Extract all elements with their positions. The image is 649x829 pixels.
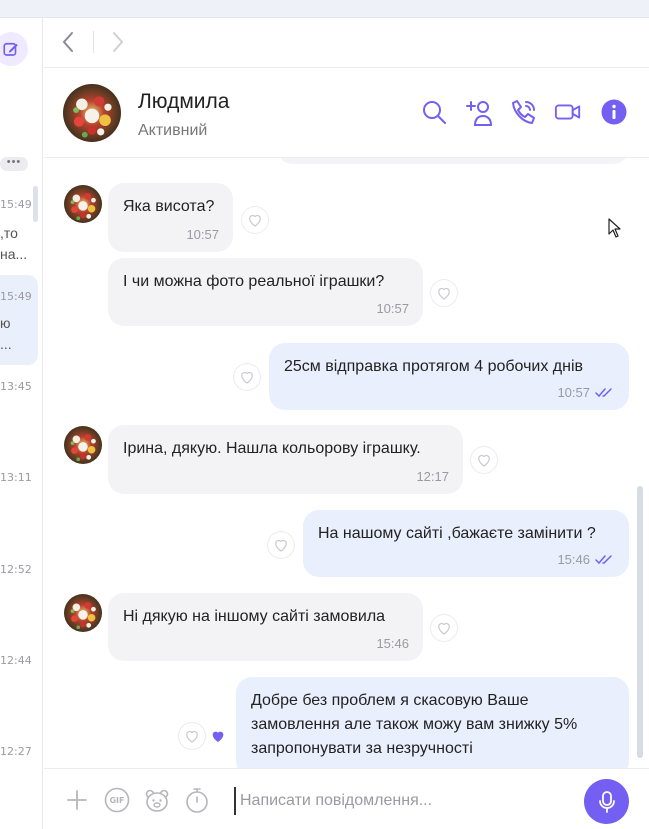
message-bubble-incoming[interactable]: Ні дякую на іншому сайті замовила 15:46 [108,593,423,661]
reaction-heart-icon[interactable] [209,727,227,745]
message-time: 10:57 [186,227,219,242]
conversation-header: Людмила Активний [44,68,649,158]
chat-list-time: 15:49 [0,290,32,303]
shared-image-preview[interactable] [278,158,628,164]
message-text: І чи можна фото реальної іграшки? [123,273,385,290]
message-time: 10:57 [376,301,409,316]
chat-list-preview-line: на... [0,246,28,262]
heart-outline-icon [238,368,256,386]
message-time: 15:46 [376,636,409,651]
gif-button[interactable]: GIF [104,787,130,813]
message-composer: GIF [44,768,649,829]
chat-list-preview-line: ю [0,315,11,331]
timer-button[interactable] [184,787,210,813]
video-camera-icon [554,104,581,120]
heart-outline-icon [475,451,493,469]
navigation-bar [44,18,649,68]
heart-outline-icon [435,619,453,637]
bouquet-image [64,594,102,632]
heart-outline-icon [183,727,201,745]
chat-list-time: 13:11 [0,471,32,484]
like-button[interactable] [431,615,457,641]
stopwatch-icon [186,788,208,813]
microphone-icon [598,790,615,813]
window-top-strip [0,0,649,18]
message-text-line: замовлення але також можу вам знижку 5% [251,716,578,733]
message-bubble-outgoing[interactable]: На нашому сайті ,бажаєте замінити ? 15:4… [303,510,629,577]
message-list[interactable]: Яка висота? 10:57 І чи можна фото реальн… [44,158,649,768]
bouquet-image [63,84,121,142]
gif-label: GIF [109,795,125,805]
voice-message-button[interactable] [584,779,629,824]
add-user-icon [466,101,493,126]
back-button[interactable] [56,30,80,54]
voice-call-button[interactable] [510,98,538,126]
message-text: Яка висота? [123,198,215,215]
sender-avatar[interactable] [64,594,102,632]
mouse-cursor-icon [608,218,621,238]
like-button[interactable] [431,280,457,306]
message-text-line: запропонувати за незручності [251,740,473,757]
message-bubble-outgoing[interactable]: 25см відправка протягом 4 робочих днів 1… [269,343,629,410]
read-checkmarks-icon [595,388,612,398]
message-input[interactable] [234,787,574,815]
sender-avatar[interactable] [64,426,102,464]
like-button[interactable] [268,532,294,558]
message-text-line: Добре без проблем я скасовую Ваше [251,692,529,709]
message-text: Ні дякую на іншому сайті замовила [123,608,386,625]
chat-list-time: 12:44 [0,654,32,667]
heart-outline-icon [435,284,453,302]
heart-outline-icon [246,211,264,229]
attach-button[interactable] [64,787,90,813]
chat-list-preview-line: ... [0,336,12,352]
search-button[interactable] [420,98,448,126]
plus-icon [67,790,87,810]
message-bubble-incoming[interactable]: Ірина, дякую. Нашла кольорову іграшку. 1… [108,425,463,494]
like-button[interactable] [242,207,268,233]
compose-icon [3,42,18,56]
message-scrollbar[interactable] [637,486,643,758]
phone-icon [512,100,535,124]
sticker-button[interactable] [144,787,170,813]
message-text: На нашому сайті ,бажаєте замінити ? [318,525,596,542]
contact-status: Активний [138,122,208,139]
nav-divider [93,31,94,53]
heart-outline-icon [272,536,290,554]
read-checkmarks-icon [595,555,612,565]
message-time: 10:57 [557,385,590,400]
chevron-left-icon [62,32,73,52]
message-text: 25см відправка протягом 4 робочих днів [284,358,584,375]
message-time: 12:17 [416,469,449,484]
message-bubble-incoming[interactable]: І чи можна фото реальної іграшки? 10:57 [108,258,423,326]
like-button[interactable] [179,723,205,749]
message-text: Ірина, дякую. Нашла кольорову іграшку. [123,440,421,457]
chat-list-scrollbar[interactable] [33,186,38,222]
chat-list-time: 12:52 [0,563,32,576]
sender-avatar[interactable] [64,185,102,223]
bear-sticker-icon [145,789,169,812]
message-time: 15:46 [557,552,590,567]
message-bubble-outgoing[interactable]: Добре без проблем я скасовую Ваше замовл… [236,677,629,768]
bouquet-image [64,185,102,223]
compose-button[interactable] [0,32,28,66]
info-icon [601,99,627,125]
chat-list-panel: ••• 15:49 ,то на... 15:49 ю ... 13:45 13… [0,18,43,829]
like-button[interactable] [234,364,260,390]
contact-name[interactable]: Людмила [138,90,229,114]
chat-list-time: 12:27 [0,745,32,758]
add-participant-button[interactable] [466,98,494,126]
search-icon [423,101,446,124]
contact-avatar[interactable] [63,84,121,142]
like-button[interactable] [471,447,497,473]
info-button[interactable] [600,98,628,126]
chat-list-time: 15:49 [0,198,32,211]
bouquet-image [64,426,102,464]
forward-button[interactable] [106,30,130,54]
more-options-button[interactable]: ••• [0,157,28,171]
chat-list-time: 13:45 [0,380,32,393]
chat-list-preview-line: ,то [0,225,18,241]
chevron-right-icon [113,32,124,52]
video-call-button[interactable] [554,98,582,126]
message-bubble-incoming[interactable]: Яка висота? 10:57 [108,183,233,252]
